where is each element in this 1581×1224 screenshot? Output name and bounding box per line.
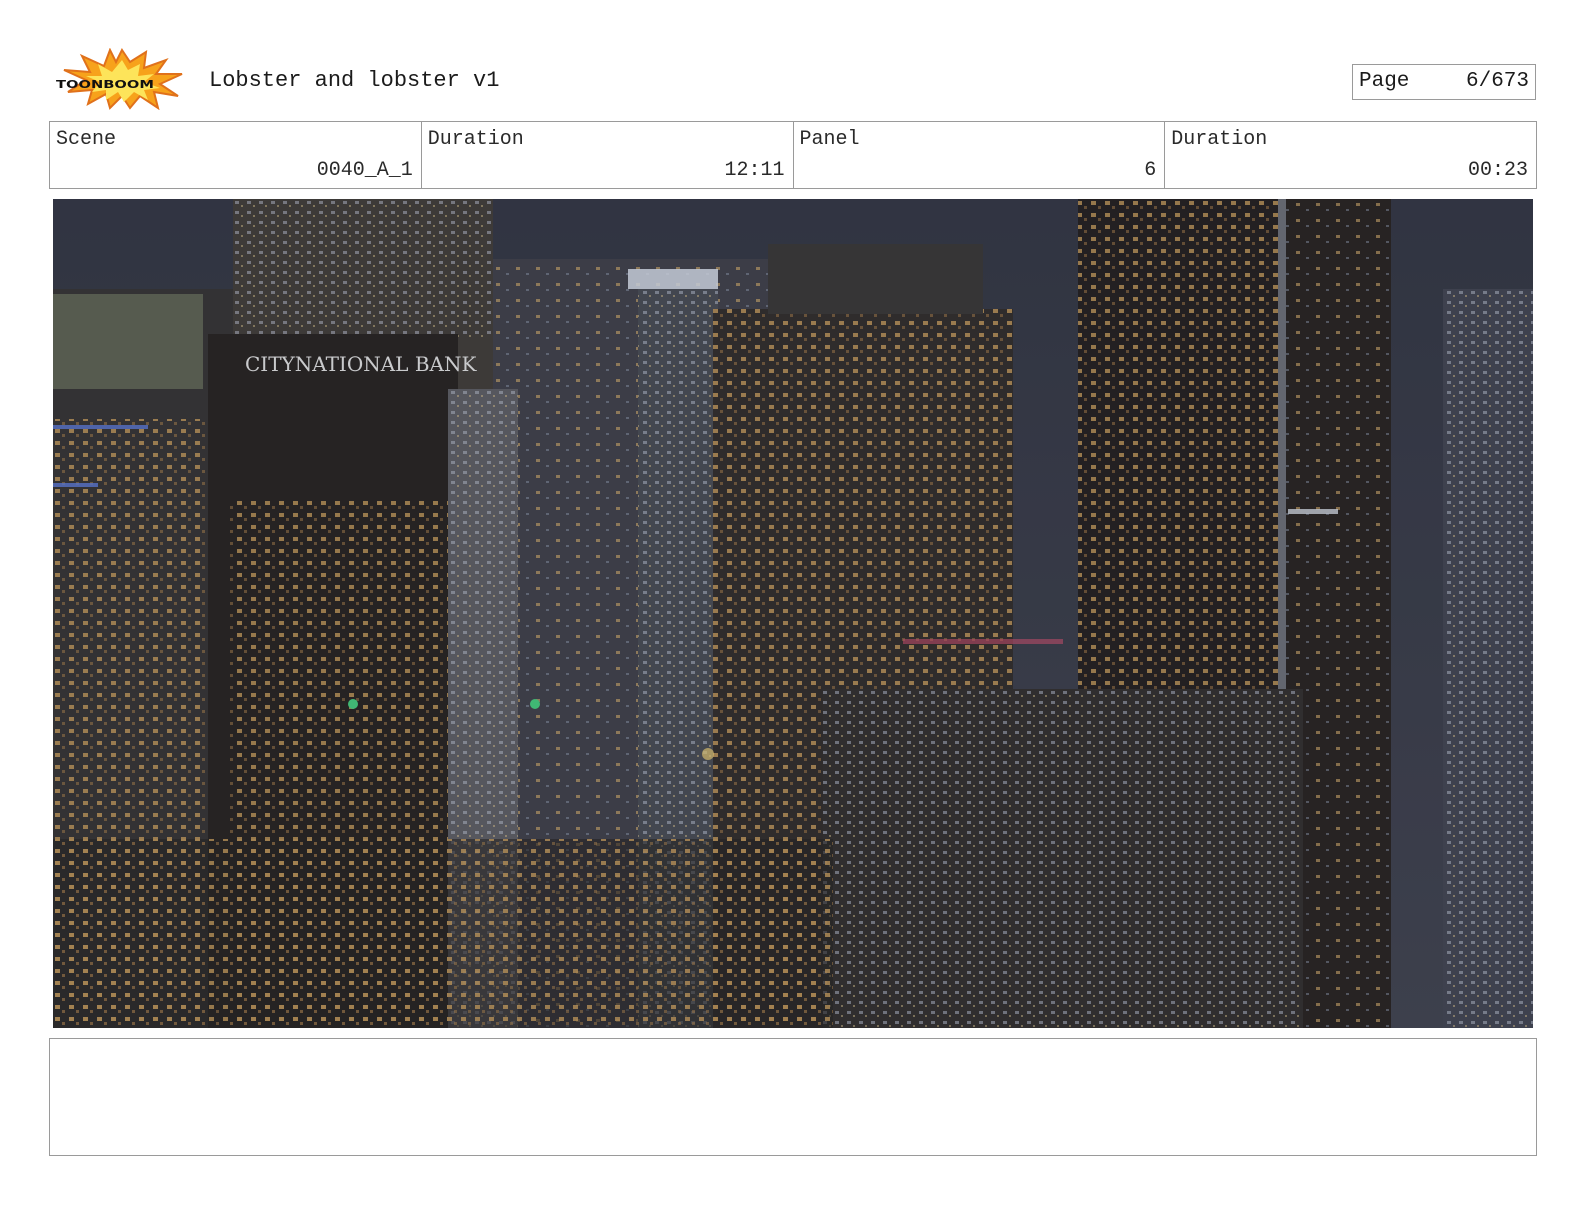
- logo-text: TOONBOOM: [56, 78, 154, 91]
- panel-label: Panel: [799, 128, 860, 151]
- scene-duration-label: Duration: [427, 128, 524, 151]
- panel-info-table: Scene 0040_A_1 Duration 12:11 Panel 6 Du…: [49, 121, 1537, 189]
- panel-duration-value: 00:23: [1467, 159, 1528, 182]
- night-city-skyline-image: CITYNATIONAL BANK: [53, 199, 1533, 1028]
- page-label: Page: [1359, 70, 1410, 93]
- scene-value: 0040_A_1: [316, 159, 413, 182]
- panel-value: 6: [1144, 159, 1157, 182]
- panel-duration-cell: Duration 00:23: [1165, 122, 1536, 188]
- page-indicator: Page 6/673: [1352, 64, 1536, 100]
- panel-cell: Panel 6: [794, 122, 1166, 188]
- scene-duration-cell: Duration 12:11: [422, 122, 794, 188]
- panel-duration-label: Duration: [1171, 128, 1268, 151]
- scene-label: Scene: [56, 128, 117, 151]
- document-title: Lobster and lobster v1: [209, 68, 500, 93]
- scene-cell: Scene 0040_A_1: [50, 122, 422, 188]
- toonboom-logo: TOONBOOM: [54, 48, 190, 110]
- scene-duration-value: 12:11: [724, 159, 785, 182]
- page-number: 6/673: [1465, 70, 1529, 93]
- storyboard-panel-image: CITYNATIONAL BANK: [53, 199, 1533, 1028]
- panel-notes-box[interactable]: [49, 1038, 1537, 1156]
